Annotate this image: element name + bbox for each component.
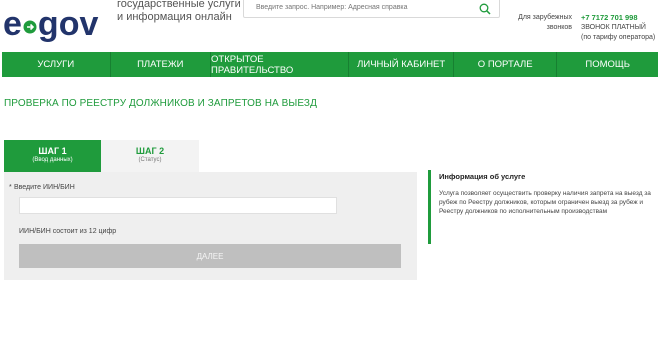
nav-item-help[interactable]: ПОМОЩЬ bbox=[557, 52, 658, 77]
nav-item-services[interactable]: УСЛУГИ bbox=[2, 52, 111, 77]
phone-paid-label: ЗВОНОК ПЛАТНЫЙ bbox=[581, 24, 646, 31]
service-info-title: Информация об услуге bbox=[439, 172, 526, 181]
site-header: e gov государственные услуги и информаци… bbox=[0, 0, 658, 51]
logo-text-gov: gov bbox=[37, 5, 99, 43]
logo-arrow-icon bbox=[23, 20, 37, 34]
egov-logo[interactable]: e gov bbox=[3, 4, 98, 44]
abroad-line-2: звонков bbox=[546, 24, 572, 31]
step-2-subtitle: (Статус) bbox=[138, 157, 162, 163]
logo-text-e: e bbox=[3, 5, 22, 43]
nav-item-payments[interactable]: ПЛАТЕЖИ bbox=[111, 52, 212, 77]
tab-step-1[interactable]: ШАГ 1 (Ввод данных) bbox=[4, 140, 101, 180]
tagline: государственные услуги и информация онла… bbox=[117, 0, 241, 24]
abroad-line-1: Для зарубежных bbox=[518, 14, 572, 21]
main-nav: УСЛУГИ ПЛАТЕЖИ ОТКРЫТОЕ ПРАВИТЕЛЬСТВО ЛИ… bbox=[2, 52, 658, 77]
search-box bbox=[243, 0, 500, 18]
iin-input[interactable] bbox=[19, 197, 337, 214]
step-2-title: ШАГ 2 bbox=[135, 146, 165, 156]
service-info: Информация об услуге Услуга позволяет ос… bbox=[428, 170, 658, 244]
search-input[interactable] bbox=[254, 3, 458, 12]
service-info-text: Услуга позволяет осуществить проверку на… bbox=[439, 190, 651, 215]
tagline-line-1: государственные услуги bbox=[117, 0, 241, 10]
phone-number[interactable]: +7 7172 701 998 bbox=[581, 13, 655, 23]
tagline-line-2: и информация онлайн bbox=[117, 11, 232, 23]
search-icon[interactable] bbox=[479, 2, 491, 15]
next-button[interactable]: ДАЛЕЕ bbox=[19, 244, 401, 268]
page-title: ПРОВЕРКА ПО РЕЕСТРУ ДОЛЖНИКОВ И ЗАПРЕТОВ… bbox=[4, 98, 317, 109]
iin-label-text: Введите ИИН/БИН bbox=[14, 184, 75, 191]
form-panel: * Введите ИИН/БИН ИИН/БИН состоит из 12 … bbox=[4, 172, 417, 280]
step-1-subtitle: (Ввод данных) bbox=[32, 157, 73, 163]
step-1-title: ШАГ 1 bbox=[38, 146, 67, 156]
phone-info: +7 7172 701 998 ЗВОНОК ПЛАТНЫЙ (по тариф… bbox=[581, 13, 655, 43]
abroad-calls-label: Для зарубежных звонков bbox=[500, 13, 572, 33]
iin-hint: ИИН/БИН состоит из 12 цифр bbox=[19, 228, 117, 235]
step-tabs: ШАГ 1 (Ввод данных) ШАГ 2 (Статус) bbox=[4, 140, 199, 180]
required-mark: * bbox=[9, 184, 12, 191]
iin-field-label: * Введите ИИН/БИН bbox=[9, 184, 75, 191]
nav-item-open-government[interactable]: ОТКРЫТОЕ ПРАВИТЕЛЬСТВО bbox=[211, 52, 350, 77]
nav-item-personal-account[interactable]: ЛИЧНЫЙ КАБИНЕТ bbox=[349, 52, 454, 77]
phone-tariff-label: (по тарифу оператора) bbox=[581, 34, 656, 41]
tab-step-2[interactable]: ШАГ 2 (Статус) bbox=[101, 140, 199, 172]
nav-item-about[interactable]: О ПОРТАЛЕ bbox=[454, 52, 558, 77]
